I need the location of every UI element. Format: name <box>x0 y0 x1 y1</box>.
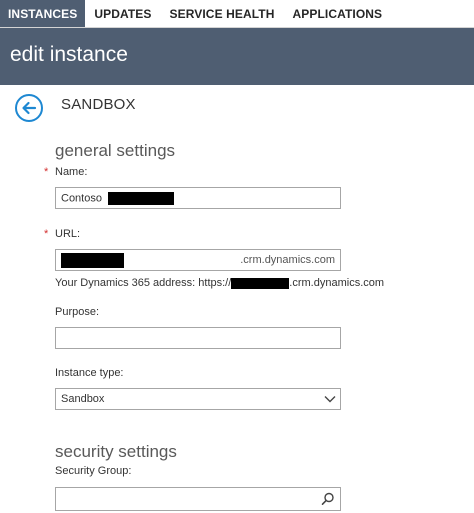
name-field[interactable]: Contoso <box>55 187 341 209</box>
instance-type-select[interactable]: Sandbox <box>55 388 341 410</box>
address-prefix: Your Dynamics 365 address: https:// <box>55 277 232 289</box>
tab-service-health[interactable]: SERVICE HEALTH <box>161 0 284 27</box>
url-label: URL: <box>55 228 81 240</box>
address-suffix: .crm.dynamics.com <box>289 277 385 289</box>
back-arrow-icon <box>22 101 37 115</box>
top-tabs: INSTANCES UPDATES SERVICE HEALTH APPLICA… <box>0 0 474 28</box>
tab-instances[interactable]: INSTANCES <box>0 0 86 27</box>
instance-type-value: Sandbox <box>61 393 105 405</box>
instance-type-label: Instance type: <box>55 367 124 379</box>
url-required-mark: * <box>44 228 49 240</box>
tab-updates[interactable]: UPDATES <box>85 0 160 27</box>
search-icon[interactable] <box>321 492 335 506</box>
general-settings-title: general settings <box>55 141 176 160</box>
redacted-url <box>61 253 124 268</box>
purpose-field[interactable] <box>55 327 341 349</box>
url-suffix: .crm.dynamics.com <box>240 254 335 266</box>
page-title: edit instance <box>10 43 128 66</box>
name-label: Name: <box>55 166 88 178</box>
redacted-address <box>231 277 290 289</box>
security-group-field[interactable] <box>55 487 341 511</box>
security-group-label: Security Group: <box>55 465 132 477</box>
page-header: edit instance <box>0 28 474 85</box>
chevron-down-icon <box>324 396 336 403</box>
url-field[interactable]: .crm.dynamics.com <box>55 249 341 271</box>
tab-applications[interactable]: APPLICATIONS <box>284 0 392 27</box>
security-settings-title: security settings <box>55 442 177 461</box>
name-required-mark: * <box>44 166 49 178</box>
name-value: Contoso <box>61 192 102 205</box>
purpose-label: Purpose: <box>55 306 100 318</box>
redacted-name <box>108 192 175 205</box>
instance-name: SANDBOX <box>61 96 136 113</box>
back-button[interactable] <box>15 94 43 122</box>
dynamics-address: Your Dynamics 365 address: https:// .crm.… <box>55 277 384 289</box>
